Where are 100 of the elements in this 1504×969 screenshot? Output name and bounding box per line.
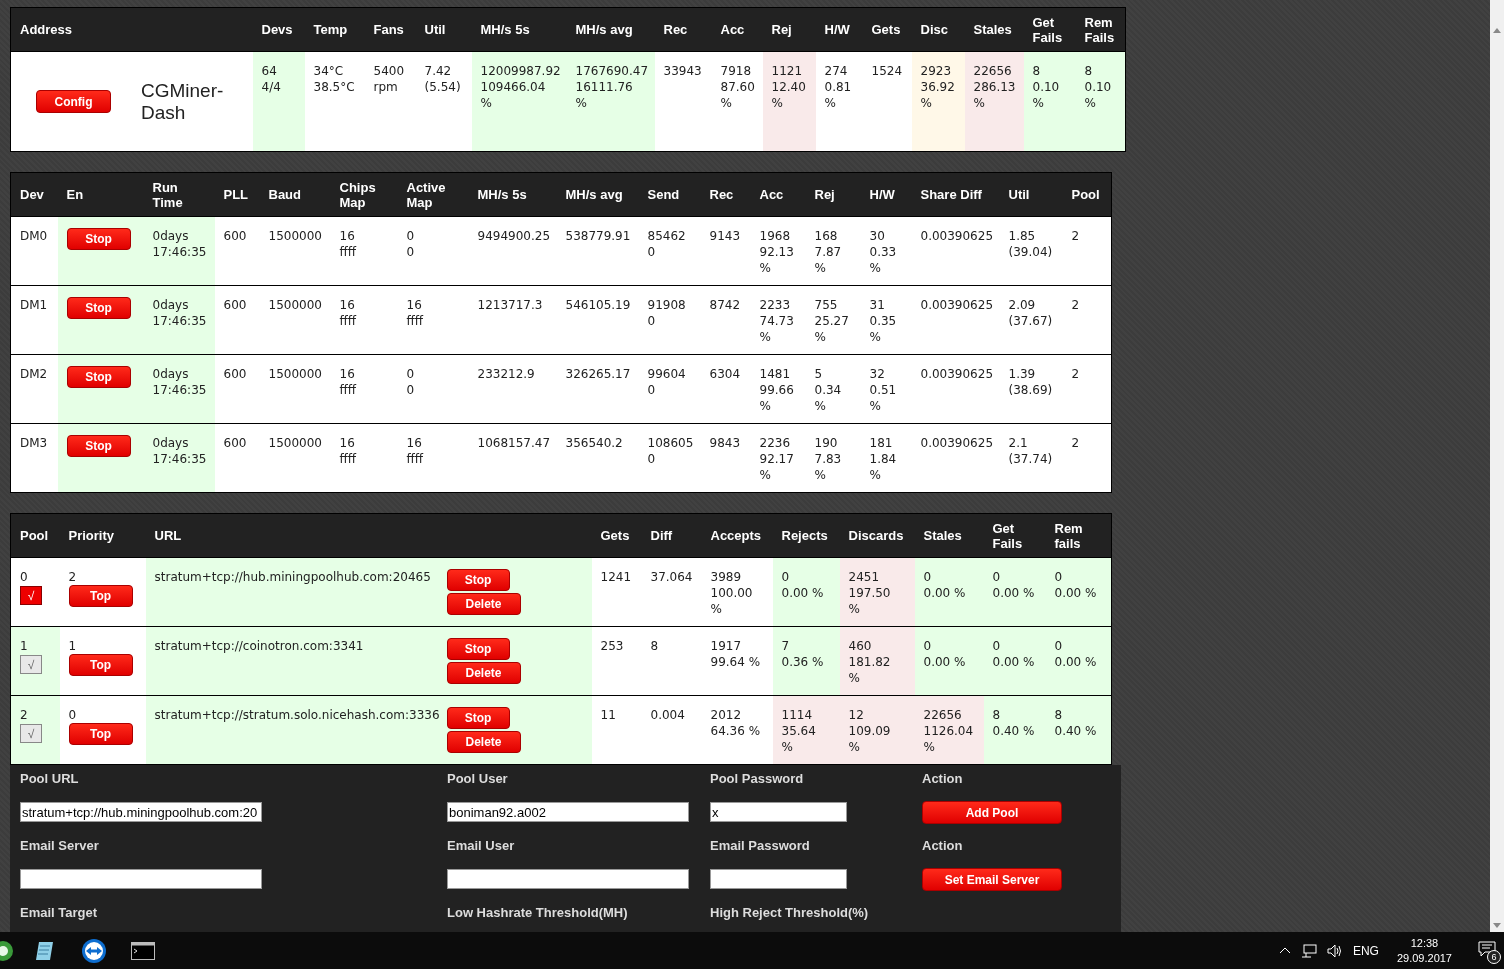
delete-button[interactable]: Delete bbox=[446, 731, 521, 753]
add-pool-button[interactable]: Add Pool bbox=[922, 801, 1062, 824]
cell-text: 99604 0 bbox=[647, 366, 687, 398]
clock-date[interactable]: 29.09.2017 bbox=[1396, 950, 1452, 966]
cell-text: 600 bbox=[223, 228, 248, 244]
cell-text: 1.85 (39.04) bbox=[1008, 228, 1054, 260]
stop-button[interactable]: Stop bbox=[66, 435, 131, 457]
cell-text: DM1 bbox=[20, 297, 49, 313]
config-button[interactable]: Config bbox=[36, 90, 111, 113]
cell-text: 108605 0 bbox=[647, 435, 695, 467]
cell-text: 1068157.47 bbox=[477, 435, 552, 451]
field-label: Pool Password bbox=[710, 771, 805, 788]
pool-select-button[interactable]: √ bbox=[20, 586, 42, 605]
cell-text: stratum+tcp://stratum.solo.nicehash.com:3336 bbox=[154, 707, 441, 724]
notification-count: 6 bbox=[1487, 950, 1501, 964]
field-label: Low Hashrate Threshold(MH) bbox=[447, 905, 629, 922]
cell-text: 2012 64.36 % bbox=[710, 707, 762, 739]
field-label: Email Password bbox=[710, 838, 811, 855]
set-email-button[interactable]: Set Email Server bbox=[922, 868, 1062, 891]
cell-text: 9494900.25 bbox=[477, 228, 552, 244]
column-header: Disc bbox=[911, 7, 965, 52]
column-header: Get Fails bbox=[983, 513, 1046, 558]
cell-text: 91908 0 bbox=[647, 297, 687, 329]
input-field[interactable] bbox=[710, 869, 847, 889]
column-header: Address bbox=[10, 7, 253, 52]
cell-text: 0days 17:46:35 bbox=[152, 435, 208, 467]
terminal-icon[interactable] bbox=[130, 941, 155, 960]
delete-button[interactable]: Delete bbox=[446, 662, 521, 684]
scroll-up-icon[interactable] bbox=[1493, 28, 1501, 33]
cell-text: 12009987.92 109466.04 % bbox=[480, 63, 562, 111]
clock-time[interactable]: 12:38 bbox=[1410, 935, 1439, 951]
cell-text: 34°C 38.5°C bbox=[313, 63, 356, 95]
cell-text: DM2 bbox=[20, 366, 49, 382]
stop-button[interactable]: Top bbox=[68, 723, 133, 745]
column-header: Rej bbox=[762, 7, 816, 52]
cell-text: 2923 36.92 % bbox=[920, 63, 956, 111]
scroll-down-icon[interactable] bbox=[1493, 923, 1501, 928]
cell-text: 2.1 (37.74) bbox=[1008, 435, 1054, 467]
stop-button[interactable]: Stop bbox=[446, 638, 510, 660]
input-field[interactable]: x bbox=[710, 802, 847, 822]
column-header: Rec bbox=[700, 172, 751, 217]
column-header: Send bbox=[638, 172, 701, 217]
column-header: PLL bbox=[214, 172, 260, 217]
column-header: Chips Map bbox=[330, 172, 398, 217]
chevron-up-icon[interactable] bbox=[1278, 947, 1291, 954]
cell-text: 16 ffff bbox=[339, 366, 358, 398]
stop-button[interactable]: Stop bbox=[66, 297, 131, 319]
cell-text: 30 0.33 % bbox=[869, 228, 898, 276]
column-header: Stales bbox=[914, 513, 984, 558]
cell-text: 0 0.00 % bbox=[992, 638, 1036, 670]
stop-button[interactable]: Stop bbox=[446, 569, 510, 591]
network-icon[interactable] bbox=[1300, 943, 1317, 958]
cell-text: 1500000 bbox=[268, 366, 323, 382]
column-header: En bbox=[57, 172, 144, 217]
cell-text: 0days 17:46:35 bbox=[152, 228, 208, 260]
field-label: Action bbox=[922, 838, 964, 855]
input-field[interactable]: boniman92.a002 bbox=[447, 802, 689, 822]
column-header: MH/s 5s bbox=[471, 7, 567, 52]
cell-text: 9143 bbox=[709, 228, 742, 244]
speaker-icon[interactable] bbox=[1326, 943, 1343, 958]
cell-text: DM3 bbox=[20, 435, 49, 451]
cell-text: 64 4/4 bbox=[261, 63, 282, 95]
column-header: Rec bbox=[654, 7, 712, 52]
input-field[interactable]: stratum+tcp://hub.miningpoolhub.com:20 bbox=[20, 802, 262, 822]
cell-text: 0 0.00 % bbox=[1054, 638, 1098, 670]
stop-button[interactable]: Stop bbox=[66, 228, 131, 250]
stop-button[interactable]: Top bbox=[68, 654, 133, 676]
input-field[interactable] bbox=[20, 869, 262, 889]
cell-text: 1500000 bbox=[268, 228, 323, 244]
pool-select-button[interactable]: √ bbox=[20, 655, 42, 674]
column-header: Acc bbox=[711, 7, 763, 52]
cell-text: 32 0.51 % bbox=[869, 366, 898, 414]
column-header: Pool bbox=[10, 513, 60, 558]
pool-select-button[interactable]: √ bbox=[20, 724, 42, 743]
notepad-icon[interactable] bbox=[33, 939, 56, 962]
remote-app-icon[interactable] bbox=[81, 938, 106, 963]
column-header: Dev bbox=[10, 172, 58, 217]
column-header: Rejects bbox=[772, 513, 840, 558]
cell-text: 181 1.84 % bbox=[869, 435, 898, 483]
language-indicator[interactable]: ENG bbox=[1352, 943, 1379, 958]
cell-text: 274 0.81 % bbox=[824, 63, 853, 111]
cell-text: 755 25.27 % bbox=[814, 297, 850, 345]
column-header: MH/s avg bbox=[566, 7, 655, 52]
input-field[interactable] bbox=[447, 869, 689, 889]
cell-text: 16 ffff bbox=[339, 435, 358, 467]
app-icon[interactable] bbox=[0, 939, 14, 962]
cell-text: 9843 bbox=[709, 435, 742, 451]
stop-button[interactable]: Top bbox=[68, 585, 133, 607]
column-header: Util bbox=[999, 172, 1063, 217]
column-header: URL bbox=[145, 513, 592, 558]
stop-button[interactable]: Stop bbox=[66, 366, 131, 388]
cell-text: 16 ffff bbox=[339, 297, 358, 329]
delete-button[interactable]: Delete bbox=[446, 593, 521, 615]
column-header: Stales bbox=[964, 7, 1024, 52]
stop-button[interactable]: Stop bbox=[446, 707, 510, 729]
cell-text: 0.00390625 bbox=[920, 228, 995, 244]
cell-text: 1481 99.66 % bbox=[759, 366, 795, 414]
cell-text: 0 0.00 % bbox=[923, 638, 967, 670]
cell-text: 190 7.83 % bbox=[814, 435, 843, 483]
cell-text: 538779.91 bbox=[565, 228, 632, 244]
